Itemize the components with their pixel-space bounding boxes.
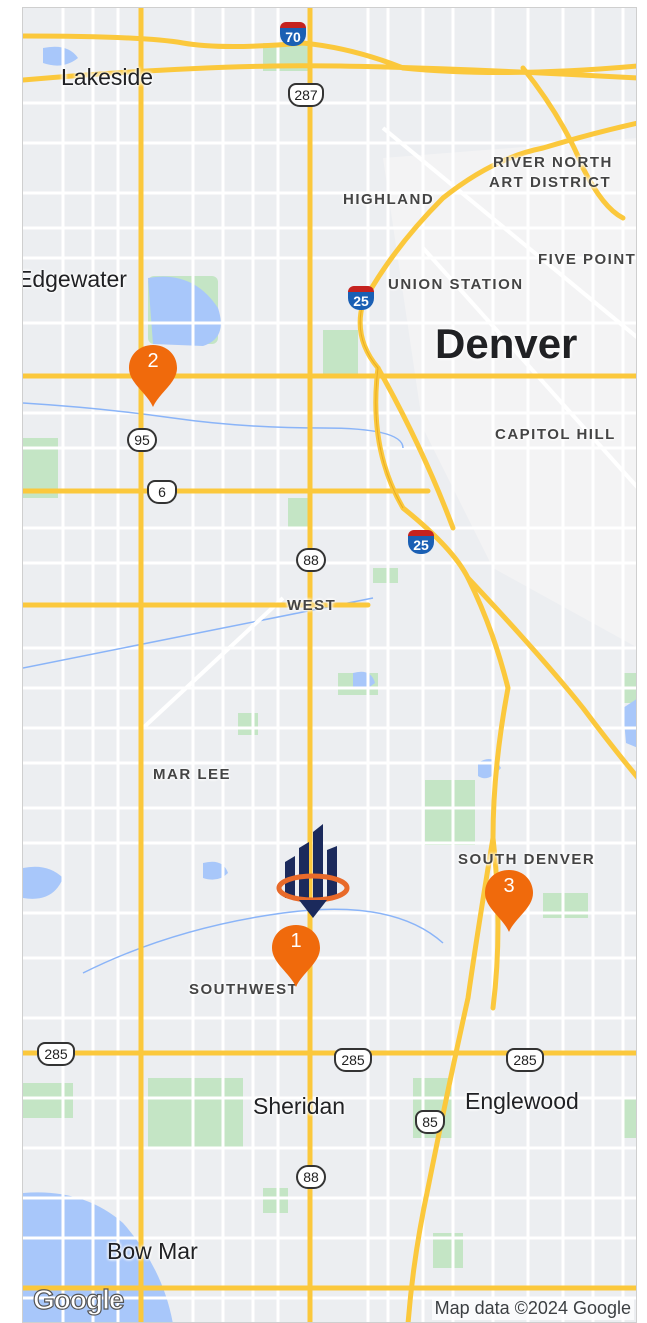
map-pin-label: 2 — [147, 350, 159, 372]
map-pin-2[interactable]: 2 — [127, 343, 179, 409]
place-label-sheridan: Sheridan — [253, 1093, 346, 1119]
neighborhood-label-highland: HIGHLAND — [343, 191, 435, 208]
map-pin-label: 1 — [290, 930, 302, 952]
neighborhood-label-union-station: UNION STATION — [388, 276, 524, 293]
interstate-shield-70: 70 — [280, 22, 306, 48]
map-pin-3[interactable]: 3 — [483, 868, 535, 934]
us-route-shield-287: 287 — [288, 83, 324, 107]
place-label-englewood: Englewood — [465, 1088, 579, 1114]
neighborhood-label-capitol-hill: CAPITOL HILL — [495, 426, 616, 443]
building-logo-icon — [276, 824, 350, 918]
neighborhood-label-river-north: RIVER NORTH — [493, 154, 613, 171]
state-route-shield-95: 95 — [127, 428, 157, 452]
neighborhood-label-mar-lee: MAR LEE — [153, 766, 231, 783]
map-pin-label: 3 — [503, 875, 515, 897]
map-pin-1[interactable]: 1 — [270, 923, 322, 989]
us-route-shield-285-west: 285 — [37, 1042, 75, 1066]
place-label-lakeside: Lakeside — [61, 64, 154, 90]
neighborhood-label-west: WEST — [287, 597, 337, 614]
state-route-shield-88-south: 88 — [296, 1165, 326, 1189]
state-route-shield-88-north: 88 — [296, 548, 326, 572]
google-logo[interactable]: Google — [32, 1283, 125, 1316]
interstate-shield-25-north: 25 — [348, 286, 374, 312]
us-route-shield-285-center: 285 — [334, 1048, 372, 1072]
map-attribution[interactable]: Map data ©2024 Google — [431, 1297, 634, 1320]
place-label-edgewater: Edgewater — [22, 266, 127, 292]
neighborhood-label-art-district: ART DISTRICT — [489, 174, 612, 191]
neighborhood-label-south-denver: SOUTH DENVER — [458, 851, 596, 868]
map-canvas[interactable] — [23, 8, 637, 1323]
company-logo-marker[interactable] — [275, 820, 351, 920]
us-route-shield-285-east: 285 — [506, 1048, 544, 1072]
interstate-shield-25-south: 25 — [408, 530, 434, 556]
us-route-shield-85: 85 — [415, 1110, 445, 1134]
us-route-shield-6: 6 — [147, 480, 177, 504]
map-view[interactable]: Lakeside Edgewater HIGHLAND RIVER NORTH … — [22, 7, 637, 1323]
neighborhood-label-five-points: FIVE POINT — [538, 251, 637, 268]
city-label-denver: Denver — [435, 320, 578, 367]
place-label-bow-mar: Bow Mar — [107, 1238, 198, 1264]
